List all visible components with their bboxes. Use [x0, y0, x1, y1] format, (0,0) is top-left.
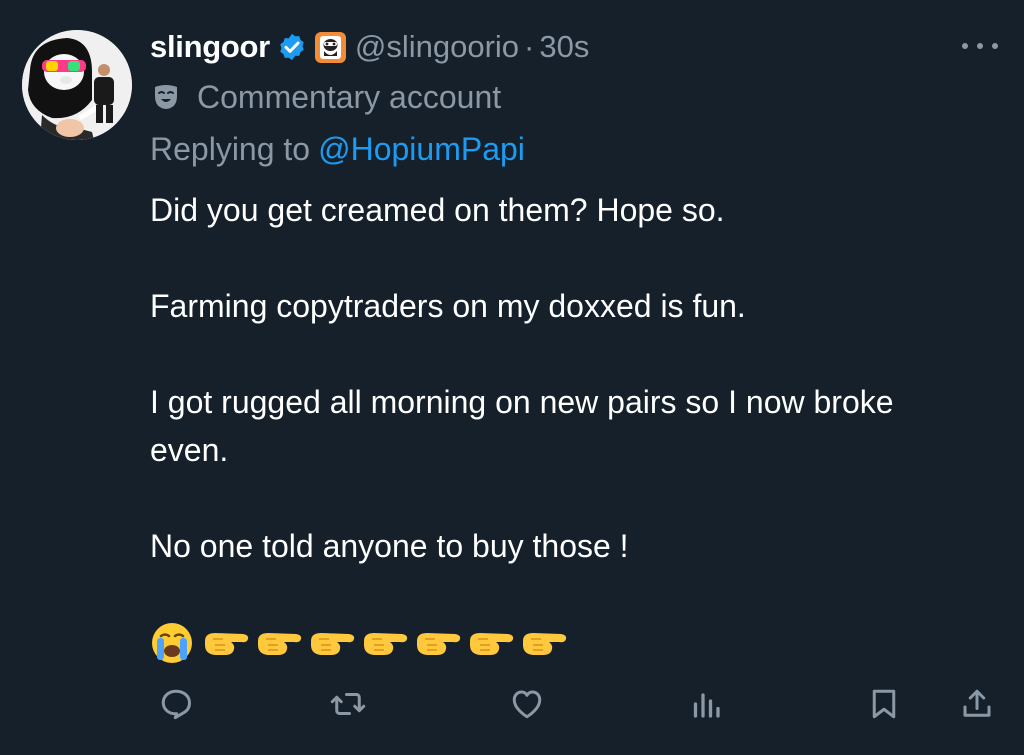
tweet-paragraph: No one told anyone to buy those !	[150, 528, 629, 564]
reply-icon	[161, 689, 191, 720]
pointing-right-icon	[523, 633, 567, 655]
pointing-right-icon	[311, 633, 355, 655]
pointing-right-icon	[417, 633, 461, 655]
theater-mask-icon	[155, 85, 177, 109]
tweet-paragraph: I got rugged all morning on new pairs so…	[150, 384, 894, 468]
tweet-paragraph: Farming copytraders on my doxxed is fun.	[150, 288, 746, 324]
replying-to: Replying to @HopiumPapi	[150, 128, 525, 170]
author-name[interactable]: slingoor	[150, 29, 270, 65]
separator-dot: ·	[524, 29, 535, 64]
replying-to-link[interactable]: @HopiumPapi	[318, 131, 525, 168]
more-dot-icon	[962, 43, 968, 49]
share-icon	[963, 689, 991, 717]
bookmark-icon	[872, 689, 896, 719]
views-icon	[693, 693, 720, 718]
pointing-right-icon	[364, 633, 408, 655]
more-dot-icon	[992, 43, 998, 49]
pointing-right-icon	[205, 633, 249, 655]
account-label[interactable]: Commentary account	[152, 76, 501, 118]
bookmark-button[interactable]	[862, 682, 906, 726]
crying-face-icon	[152, 623, 192, 663]
pointing-right-icon	[258, 633, 302, 655]
verified-badge-icon	[280, 33, 304, 61]
tweet-paragraph: Did you get creamed on them? Hope so.	[150, 192, 725, 228]
author-handle[interactable]: @slingoorio	[355, 29, 519, 65]
more-options-button[interactable]	[962, 38, 998, 54]
affiliate-badge-icon[interactable]	[314, 31, 346, 63]
retweet-button[interactable]	[326, 682, 370, 726]
tweet-text: Did you get creamed on them? Hope so. Fa…	[150, 186, 990, 570]
pointing-right-icon	[470, 633, 514, 655]
tweet-emoji-row	[150, 620, 574, 666]
author-avatar[interactable]	[22, 30, 132, 140]
tweet-header: slingoor @slingoorio · 30s	[150, 24, 589, 70]
retweet-icon	[330, 693, 366, 715]
views-button[interactable]	[684, 682, 728, 726]
account-label-text: Commentary account	[197, 78, 502, 115]
avatar-image	[22, 30, 132, 140]
share-button[interactable]	[955, 682, 999, 726]
like-icon	[512, 690, 542, 719]
like-button[interactable]	[505, 682, 549, 726]
tweet-action-bar	[0, 678, 1024, 728]
reply-button[interactable]	[154, 682, 198, 726]
replying-to-prefix: Replying to	[150, 130, 311, 167]
more-dot-icon	[977, 43, 983, 49]
tweet-timestamp[interactable]: 30s	[539, 29, 589, 65]
